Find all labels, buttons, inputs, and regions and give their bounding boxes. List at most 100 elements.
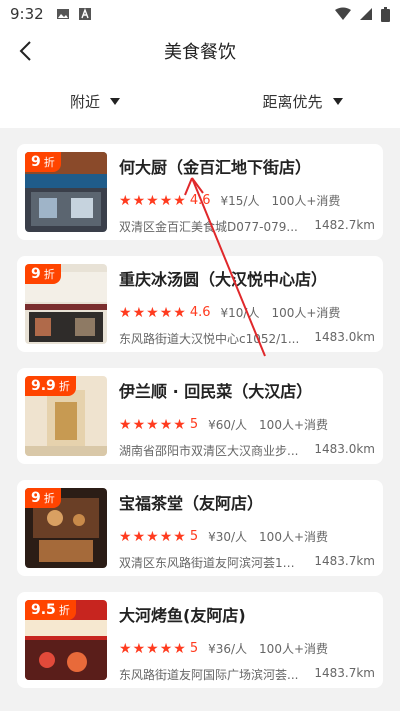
- consumption-count: 100人+消费: [271, 306, 341, 320]
- filter-nearby-label: 附近: [70, 92, 101, 111]
- star-icon: ★: [132, 416, 146, 433]
- filter-sort-label: 距离优先: [262, 92, 323, 111]
- discount-unit: 折: [58, 604, 70, 617]
- status-right-icons: [335, 6, 390, 22]
- filter-sort[interactable]: 距离优先: [208, 91, 400, 112]
- restaurant-meta: ★ ★ ★ ★ ★ 5 ¥60/人 100人+消费: [119, 416, 375, 433]
- star-icon: ★: [119, 304, 132, 321]
- rating-stars: ★ ★ ★ ★ ★: [119, 642, 186, 656]
- restaurant-thumbnail: 9 折: [25, 488, 107, 568]
- price-per-person: ¥36/人: [208, 642, 248, 656]
- restaurant-name: 伊兰顺 · 回民菜（大汉店）: [119, 382, 313, 401]
- restaurant-card[interactable]: 9 折 宝福茶堂（友阿店） ★ ★ ★ ★ ★ 5 ¥30/人 100人+消费 双清区东…: [17, 480, 383, 576]
- star-icon: ★: [159, 416, 173, 433]
- restaurant-meta: ★ ★ ★ ★ ★ 5 ¥30/人 100人+消费: [119, 528, 375, 545]
- star-icon: ★: [119, 640, 132, 657]
- restaurant-address: 东风路街道友阿国际广场滨河荟...: [119, 668, 299, 682]
- discount-badge: 9 折: [25, 152, 61, 172]
- discount-badge: 9 折: [25, 264, 61, 284]
- star-icon: ★: [159, 528, 173, 545]
- restaurant-bottom: 东风路街道大汉悦中心c1052/1... 1483.0km: [119, 330, 375, 347]
- star-icon: ★: [173, 640, 186, 657]
- star-icon: ★: [146, 640, 159, 657]
- consumption-count: 100人+消费: [259, 530, 329, 544]
- rating-stars: ★ ★ ★ ★ ★: [119, 306, 186, 320]
- restaurant-bottom: 湖南省邵阳市双清区大汉商业步... 1483.0km: [119, 442, 375, 459]
- restaurant-address: 双清区东风路街道友阿滨河荟10...: [119, 556, 301, 570]
- restaurant-thumbnail: 9.5 折: [25, 600, 107, 680]
- wifi-icon: [335, 7, 351, 20]
- restaurant-card[interactable]: 9 折 重庆冰汤圆（大汉悦中心店） ★ ★ ★ ★ ★ 4.6 ¥10/人 100人+消…: [17, 256, 383, 352]
- app-notification-icon: [78, 8, 91, 20]
- restaurant-thumbnail: 9 折: [25, 152, 107, 232]
- restaurant-thumbnail: 9 折: [25, 264, 107, 344]
- signal-icon: [360, 8, 372, 20]
- restaurant-info: 重庆冰汤圆（大汉悦中心店） ★ ★ ★ ★ ★ 4.6 ¥10/人 100人+消费 东风…: [119, 264, 375, 347]
- caret-down-icon: [332, 97, 343, 105]
- restaurant-list[interactable]: 9 折 何大厨（金百汇地下街店） ★ ★ ★ ★ ★ 4.6 ¥15/人 100人+消费…: [0, 128, 400, 711]
- star-icon: ★: [132, 192, 146, 209]
- star-icon: ★: [119, 416, 132, 433]
- status-left-icons: [56, 7, 92, 21]
- discount-badge: 9.9 折: [25, 376, 76, 396]
- rating-stars: ★ ★ ★ ★ ★: [119, 194, 186, 208]
- price-per-person: ¥10/人: [220, 306, 260, 320]
- consumption-count: 100人+消费: [259, 642, 329, 656]
- restaurant-distance: 1483.7km: [314, 554, 375, 568]
- restaurant-info: 何大厨（金百汇地下街店） ★ ★ ★ ★ ★ 4.6 ¥15/人 100人+消费 双清区…: [119, 152, 375, 235]
- price-per-person: ¥60/人: [208, 418, 248, 432]
- star-icon: ★: [173, 528, 186, 545]
- restaurant-info: 大河烤鱼(友阿店) ★ ★ ★ ★ ★ 5 ¥36/人 100人+消费 东风路街道友阿国…: [119, 600, 375, 683]
- star-icon: ★: [132, 304, 146, 321]
- star-icon: ★: [146, 528, 159, 545]
- restaurant-card[interactable]: 9 折 何大厨（金百汇地下街店） ★ ★ ★ ★ ★ 4.6 ¥15/人 100人+消费…: [17, 144, 383, 240]
- restaurant-name: 大河烤鱼(友阿店): [119, 606, 246, 625]
- back-button[interactable]: [10, 36, 40, 66]
- star-icon: ★: [119, 528, 132, 545]
- star-icon: ★: [159, 304, 173, 321]
- price-per-person: ¥30/人: [208, 530, 248, 544]
- rating-value: 5: [189, 417, 199, 432]
- restaurant-card[interactable]: 9.9 折 伊兰顺 · 回民菜（大汉店） ★ ★ ★ ★ ★ 5 ¥60/人 100人+…: [17, 368, 383, 464]
- restaurant-name: 重庆冰汤圆（大汉悦中心店）: [119, 270, 328, 289]
- restaurant-bottom: 双清区东风路街道友阿滨河荟10... 1483.7km: [119, 554, 375, 571]
- filter-nearby[interactable]: 附近: [0, 91, 208, 112]
- restaurant-address: 双清区金百汇美食城D077-079...: [119, 220, 298, 234]
- nav-bar: 美食餐饮: [0, 28, 400, 74]
- restaurant-meta: ★ ★ ★ ★ ★ 4.6 ¥10/人 100人+消费: [119, 304, 375, 321]
- caret-down-icon: [110, 97, 121, 105]
- star-icon: ★: [119, 192, 132, 209]
- discount-unit: 折: [43, 268, 55, 281]
- rating-value: 4.6: [189, 305, 211, 320]
- star-icon: ★: [132, 528, 146, 545]
- star-icon: ★: [173, 192, 186, 209]
- star-icon: ★: [159, 640, 173, 657]
- rating-value: 5: [189, 529, 199, 544]
- page-title: 美食餐饮: [164, 42, 236, 63]
- restaurant-card[interactable]: 9.5 折 大河烤鱼(友阿店) ★ ★ ★ ★ ★ 5 ¥36/人 100人+消费 东风…: [17, 592, 383, 688]
- discount-value: 9.5: [31, 602, 56, 618]
- restaurant-meta: ★ ★ ★ ★ ★ 4.6 ¥15/人 100人+消费: [119, 192, 375, 209]
- restaurant-bottom: 东风路街道友阿国际广场滨河荟... 1483.7km: [119, 666, 375, 683]
- star-icon: ★: [146, 304, 159, 321]
- star-icon: ★: [173, 304, 186, 321]
- discount-unit: 折: [43, 492, 55, 505]
- consumption-count: 100人+消费: [271, 194, 341, 208]
- restaurant-distance: 1483.0km: [314, 442, 375, 456]
- restaurant-bottom: 双清区金百汇美食城D077-079... 1482.7km: [119, 218, 375, 235]
- discount-badge: 9.5 折: [25, 600, 76, 620]
- star-icon: ★: [159, 192, 173, 209]
- restaurant-address: 湖南省邵阳市双清区大汉商业步...: [119, 444, 299, 458]
- restaurant-distance: 1483.0km: [314, 330, 375, 344]
- back-arrow-icon: [19, 41, 31, 61]
- filter-bar: 附近 距离优先: [0, 74, 400, 128]
- image-notification-icon: [56, 9, 69, 19]
- restaurant-meta: ★ ★ ★ ★ ★ 5 ¥36/人 100人+消费: [119, 640, 375, 657]
- discount-value: 9: [31, 266, 41, 282]
- discount-badge: 9 折: [25, 488, 61, 508]
- discount-unit: 折: [58, 380, 70, 393]
- restaurant-info: 伊兰顺 · 回民菜（大汉店） ★ ★ ★ ★ ★ 5 ¥60/人 100人+消费 湖南省…: [119, 376, 375, 459]
- restaurant-address: 东风路街道大汉悦中心c1052/1...: [119, 332, 300, 346]
- price-per-person: ¥15/人: [220, 194, 260, 208]
- discount-value: 9: [31, 154, 41, 170]
